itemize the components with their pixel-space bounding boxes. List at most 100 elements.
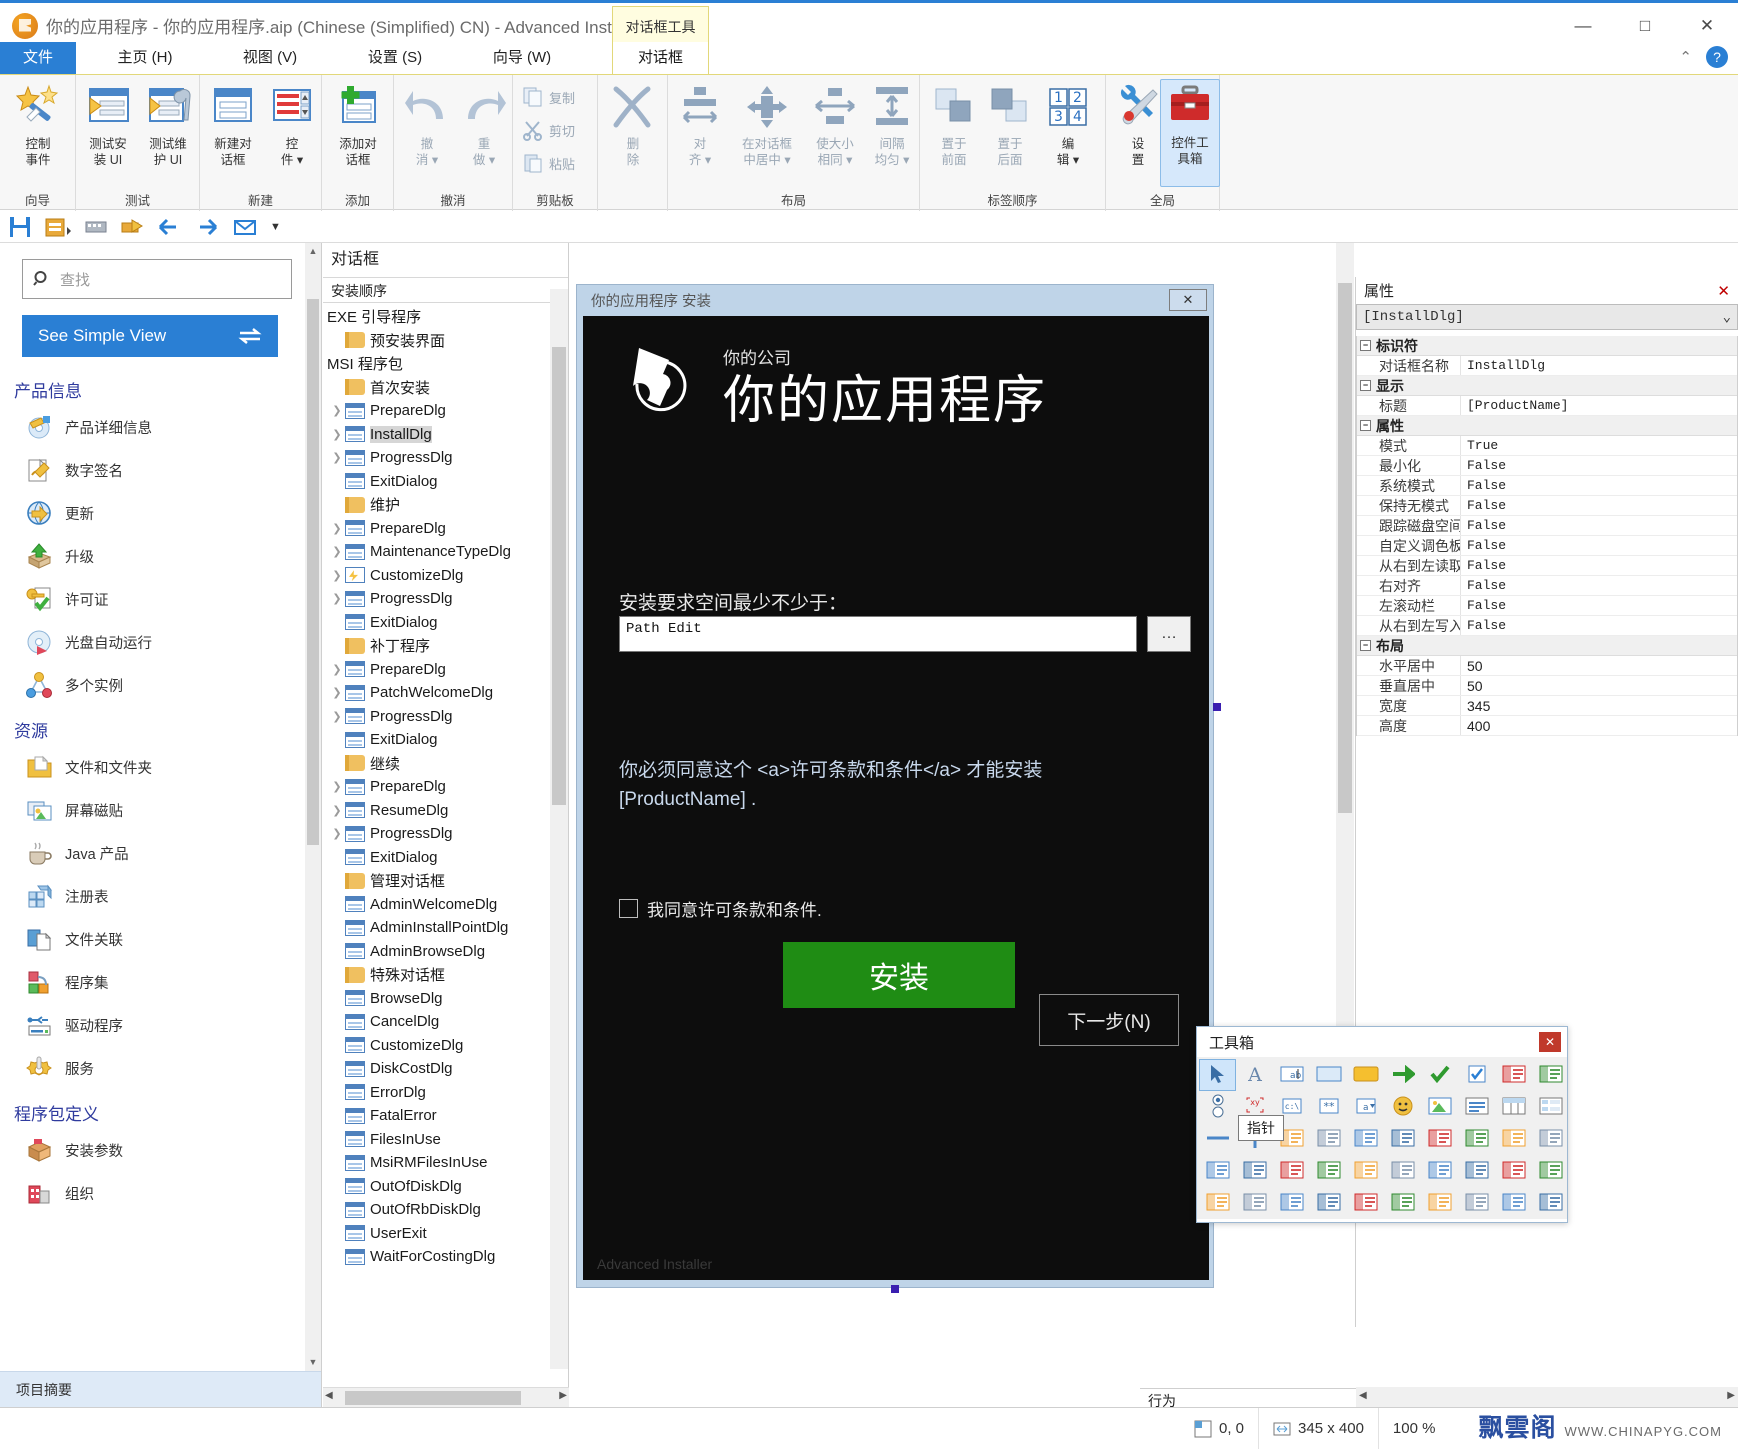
property-row[interactable]: 自定义调色板 False <box>1357 536 1737 556</box>
tree-node[interactable]: ❯ InstallDlg <box>323 423 551 447</box>
toolbox-tool[interactable] <box>1347 1155 1384 1187</box>
ribbon-button-redo[interactable]: 重 做 ▾ <box>454 81 514 168</box>
ribbon-button-bring-to-front[interactable]: 置于 前面 <box>924 81 984 168</box>
agree-checkbox[interactable] <box>619 899 638 918</box>
property-row[interactable]: 从右到左写入 False <box>1357 616 1737 636</box>
scroll-right-arrow-icon[interactable]: ▶ <box>559 1390 567 1401</box>
sidebar-item-product-details[interactable]: 产品详细信息 <box>0 406 305 449</box>
toolbox-tool[interactable] <box>1532 1091 1569 1123</box>
toolbox-tool[interactable] <box>1199 1187 1236 1219</box>
tree-node[interactable]: EXE 引导程序 <box>323 305 551 329</box>
collapse-icon[interactable]: − <box>1360 340 1371 351</box>
property-row[interactable]: 宽度 345 <box>1357 696 1737 716</box>
property-value[interactable]: 50 <box>1461 676 1737 695</box>
scrollbar-thumb[interactable] <box>1338 283 1352 813</box>
toolbox-tool[interactable] <box>1236 1155 1273 1187</box>
toolbox-tool[interactable] <box>1421 1187 1458 1219</box>
ribbon-button-add-dialog[interactable]: 添加对 话框 <box>328 81 388 168</box>
resize-handle-bottom[interactable] <box>891 1285 899 1293</box>
tree-node[interactable]: 预安装界面 <box>323 329 551 353</box>
tree-node[interactable]: 首次安装 <box>323 376 551 400</box>
properties-horizontal-scrollbar[interactable]: ◀ ▶ <box>1356 1387 1738 1407</box>
ribbon-button-test-maintenance-ui[interactable]: 测试维 护 UI <box>138 81 198 168</box>
save-icon[interactable] <box>8 215 32 239</box>
tree-node[interactable]: ❯ ProgressDlg <box>323 446 551 470</box>
tree-vertical-scrollbar[interactable] <box>550 289 568 1369</box>
toolbox-tool[interactable] <box>1384 1155 1421 1187</box>
toolbox-tool[interactable] <box>1532 1059 1569 1091</box>
sidebar-item-registry[interactable]: 注册表 <box>0 875 305 918</box>
tree-node[interactable]: ❯ PrepareDlg <box>323 775 551 799</box>
toolbox-tool[interactable] <box>1421 1123 1458 1155</box>
scroll-up-arrow-icon[interactable]: ▲ <box>305 243 321 260</box>
ribbon-button-control-toolbox[interactable]: 控件工 具箱 <box>1160 79 1220 187</box>
toolbox-tool[interactable] <box>1458 1123 1495 1155</box>
ribbon-button-control-events[interactable]: 控制 事件 <box>8 81 68 168</box>
toolbox-tool[interactable] <box>1384 1123 1421 1155</box>
agree-checkbox-row[interactable]: 我同意许可条款和条件. <box>619 896 822 921</box>
dialog-preview-frame[interactable]: 你的应用程序 安装 ✕ 你的公司 你的应用程序 安装要求空间最少不少于： Pat… <box>576 284 1221 1293</box>
chevron-right-icon[interactable]: ❯ <box>329 780 345 793</box>
resize-handle-right[interactable] <box>1213 703 1221 711</box>
sidebar-item-assemblies[interactable]: 程序集 <box>0 961 305 1004</box>
scroll-down-arrow-icon[interactable]: ▼ <box>305 1354 321 1371</box>
sidebar-item-install-parameters[interactable]: 安装参数 <box>0 1129 305 1172</box>
toolbox-tool[interactable]: ** <box>1310 1091 1347 1123</box>
toolbox-tool[interactable] <box>1273 1155 1310 1187</box>
toolbox-tool[interactable] <box>1458 1187 1495 1219</box>
chevron-right-icon[interactable]: ❯ <box>329 827 345 840</box>
menu-item-file[interactable]: 文件 <box>0 42 76 74</box>
scrollbar-thumb[interactable] <box>307 299 319 845</box>
sidebar-item-license[interactable]: 许可证 <box>0 578 305 621</box>
toolbox-tool[interactable] <box>1310 1155 1347 1187</box>
toolbox-tool[interactable]: ab <box>1273 1059 1310 1091</box>
toolbox-tool[interactable] <box>1495 1187 1532 1219</box>
tree-node[interactable]: ❯ ProgressDlg <box>323 587 551 611</box>
see-simple-view-button[interactable]: See Simple View <box>22 315 278 357</box>
tree-node[interactable]: FatalError <box>323 1104 551 1128</box>
chevron-right-icon[interactable]: ❯ <box>329 545 345 558</box>
property-value[interactable]: False <box>1461 596 1737 615</box>
toolbox-tool[interactable]: A <box>1236 1059 1273 1091</box>
scroll-right-arrow-icon[interactable]: ▶ <box>1727 1390 1735 1401</box>
designer-canvas[interactable]: 你的应用程序 安装 ✕ 你的公司 你的应用程序 安装要求空间最少不少于： Pat… <box>570 243 1354 1293</box>
ribbon-button-copy[interactable]: 复制 <box>522 86 575 108</box>
next-button[interactable]: 下一步(N) <box>1039 994 1179 1046</box>
property-category[interactable]: − 显示 <box>1357 376 1737 396</box>
toolbox-tool[interactable] <box>1199 1091 1236 1123</box>
tree-node[interactable]: 管理对话框 <box>323 869 551 893</box>
tree-node[interactable]: 补丁程序 <box>323 634 551 658</box>
menu-item-view[interactable]: 视图 (V) <box>215 42 325 74</box>
tree-node[interactable]: ❯ ProgressDlg <box>323 705 551 729</box>
overflow-chevron-icon[interactable]: ▼ <box>270 221 281 233</box>
maximize-button[interactable]: □ <box>1614 6 1676 46</box>
chevron-right-icon[interactable]: ❯ <box>329 569 345 582</box>
toolbox-tool[interactable] <box>1347 1123 1384 1155</box>
toolbox-tool[interactable] <box>1421 1091 1458 1123</box>
sidebar-item-file-association[interactable]: 文件关联 <box>0 918 305 961</box>
ribbon-button-delete[interactable]: 删 除 <box>603 81 663 168</box>
toolbox-tool[interactable] <box>1199 1155 1236 1187</box>
chevron-right-icon[interactable]: ❯ <box>329 428 345 441</box>
build-icon[interactable] <box>84 215 108 239</box>
toolbox-tool[interactable]: a <box>1347 1091 1384 1123</box>
property-row[interactable]: 跟踪磁盘空间 False <box>1357 516 1737 536</box>
sidebar-item-upgrade[interactable]: 升级 <box>0 535 305 578</box>
ribbon-button-make-same-size[interactable]: 使大小 相同 ▾ <box>802 81 868 168</box>
ribbon-button-send-to-back[interactable]: 置于 后面 <box>980 81 1040 168</box>
menu-item-home[interactable]: 主页 (H) <box>90 42 200 74</box>
property-value[interactable]: [ProductName] <box>1461 396 1737 415</box>
save-all-icon[interactable] <box>44 215 72 239</box>
sidebar-item-files-folders[interactable]: 文件和文件夹 <box>0 746 305 789</box>
property-value[interactable]: InstallDlg <box>1461 356 1737 375</box>
tree-node[interactable]: ❯ PatchWelcomeDlg <box>323 681 551 705</box>
designer-vertical-scrollbar[interactable] <box>1336 243 1354 1143</box>
property-value[interactable]: False <box>1461 616 1737 635</box>
back-arrow-icon[interactable] <box>156 215 182 239</box>
property-row[interactable]: 保持无模式 False <box>1357 496 1737 516</box>
tree-node[interactable]: AdminBrowseDlg <box>323 940 551 964</box>
path-edit-input[interactable]: Path Edit <box>619 616 1137 652</box>
property-value[interactable]: False <box>1461 576 1737 595</box>
toolbox-tool[interactable] <box>1236 1187 1273 1219</box>
toolbox-tool[interactable] <box>1384 1187 1421 1219</box>
